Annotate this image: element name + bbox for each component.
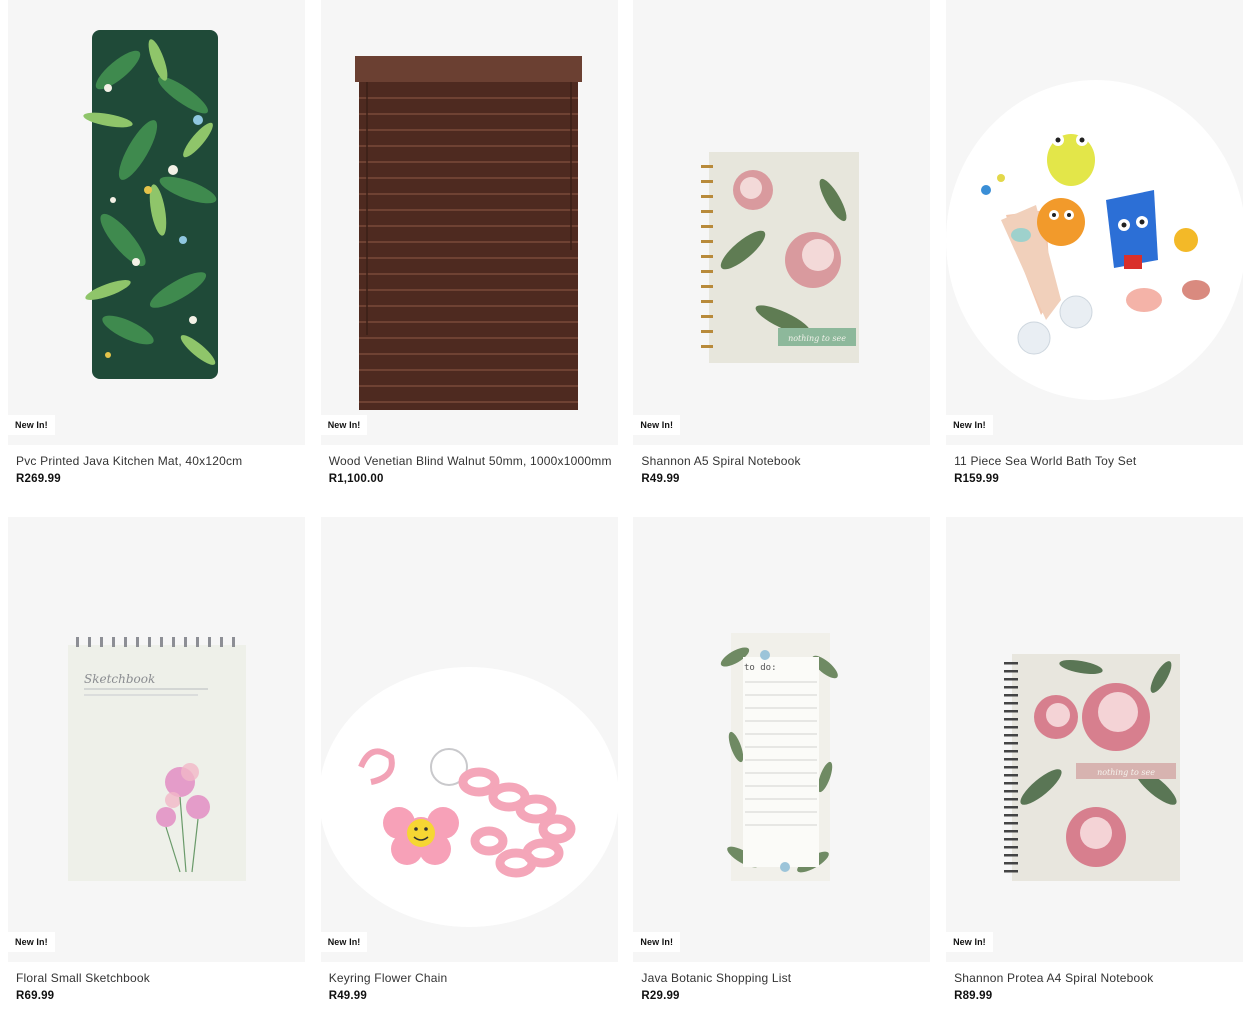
new-in-badge: New In!: [633, 415, 681, 435]
product-grid: New In! Pvc Printed Java Kitchen Mat, 40…: [8, 0, 1244, 1034]
product-price: R69.99: [16, 990, 55, 1002]
product-image[interactable]: to do: New In!: [633, 517, 931, 962]
kitchen-mat-image: [83, 30, 218, 379]
product-card[interactable]: New In! 11 Piece Sea World Bath Toy Set …: [946, 0, 1244, 517]
product-card[interactable]: New In! Keyring Flower Chain R49.99: [320, 517, 618, 1034]
bath-toys-image: [946, 80, 1244, 400]
product-price: R29.99: [641, 990, 680, 1002]
product-image[interactable]: New In!: [8, 0, 305, 445]
product-price: R1,100.00: [328, 473, 384, 485]
product-price: R89.99: [954, 990, 993, 1002]
product-image[interactable]: Sketchbook New In!: [8, 517, 305, 962]
product-card[interactable]: New In! Wood Venetian Blind Walnut 50mm,…: [320, 0, 618, 517]
notebook-image: nothing to see: [701, 152, 860, 363]
venetian-blind-image: [354, 56, 582, 410]
list-heading: to do:: [744, 663, 777, 673]
product-name[interactable]: 11 Piece Sea World Bath Toy Set: [954, 454, 1136, 468]
product-card[interactable]: to do: New In! Java Botanic Shopping Lis…: [633, 517, 931, 1034]
product-name[interactable]: Wood Venetian Blind Walnut 50mm, 1000x10…: [329, 454, 612, 468]
product-image[interactable]: nothing to see New In!: [633, 0, 931, 445]
new-in-badge: New In!: [633, 932, 681, 952]
new-in-badge: New In!: [946, 415, 993, 435]
product-name[interactable]: Shannon A5 Spiral Notebook: [641, 454, 800, 468]
new-in-badge: New In!: [8, 932, 55, 952]
new-in-badge: New In!: [946, 932, 993, 952]
product-name[interactable]: Floral Small Sketchbook: [16, 971, 150, 985]
cover-label: nothing to see: [788, 334, 846, 343]
product-name[interactable]: Keyring Flower Chain: [329, 971, 448, 985]
product-price: R49.99: [641, 473, 680, 485]
product-price: R159.99: [954, 473, 999, 485]
new-in-badge: New In!: [8, 415, 55, 435]
product-name[interactable]: Shannon Protea A4 Spiral Notebook: [954, 971, 1153, 985]
keyring-image: [320, 667, 618, 927]
product-card[interactable]: nothing to see New In! Shannon Protea A4…: [946, 517, 1244, 1034]
sketchbook-title: Sketchbook: [84, 672, 155, 686]
shopping-list-image: to do:: [721, 633, 839, 881]
sketchbook-image: Sketchbook: [68, 637, 246, 881]
product-price: R269.99: [16, 473, 61, 485]
new-in-badge: New In!: [320, 932, 368, 952]
product-image[interactable]: New In!: [320, 517, 618, 962]
product-name[interactable]: Java Botanic Shopping List: [641, 971, 791, 985]
product-card[interactable]: Sketchbook New In! Floral Small Sketchbo…: [8, 517, 305, 1034]
product-image[interactable]: New In!: [946, 0, 1244, 445]
product-price: R49.99: [328, 990, 367, 1002]
new-in-badge: New In!: [320, 415, 368, 435]
product-image[interactable]: nothing to see New In!: [946, 517, 1244, 962]
cover-label: nothing to see: [1097, 768, 1155, 777]
product-name[interactable]: Pvc Printed Java Kitchen Mat, 40x120cm: [16, 454, 242, 468]
product-image[interactable]: New In!: [320, 0, 618, 445]
product-card[interactable]: New In! Pvc Printed Java Kitchen Mat, 40…: [8, 0, 305, 517]
notebook-a4-image: nothing to see: [1004, 654, 1181, 881]
product-card[interactable]: nothing to see New In! Shannon A5 Spiral…: [633, 0, 931, 517]
